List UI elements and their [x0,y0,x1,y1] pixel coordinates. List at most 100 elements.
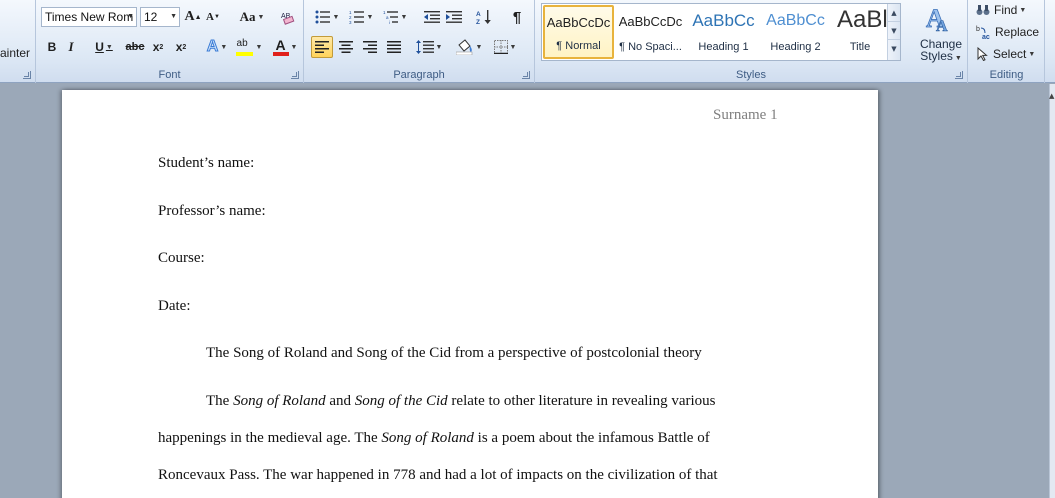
show-formatting-button[interactable]: ¶ [507,7,527,27]
highlight-icon: ab [235,38,254,56]
superscript-icon: x [175,40,183,54]
essay-title[interactable]: The Song of Roland and Song of the Cid f… [206,345,702,362]
paint-bucket-icon [455,39,472,55]
paragraph-dialog-launcher-icon[interactable] [522,71,530,79]
bullets-icon [315,10,330,24]
gallery-more-icon[interactable]: ▼ [888,40,900,58]
text-effects-button[interactable]: A ▼ [204,37,230,57]
sort-button[interactable]: A Z [474,7,494,27]
align-center-button[interactable] [336,37,356,57]
subscript-button[interactable]: x2 [149,37,167,57]
decrease-indent-button[interactable] [422,7,442,27]
paragraph-line-1[interactable]: The Song of Roland and Song of the Cid r… [206,393,715,410]
increase-indent-icon [446,11,462,23]
change-styles-button[interactable]: A A Change Styles ▼ [918,3,964,63]
bullets-button[interactable]: ▼ [312,7,342,27]
svg-text:ac: ac [982,34,990,40]
highlight-color-swatch [235,52,253,56]
style-title[interactable]: AaBl Title [832,5,888,59]
student-name-line[interactable]: Student’s name: [158,155,254,172]
date-line[interactable]: Date: [158,298,190,315]
text-run: happenings in the medieval age. The [158,430,382,446]
style-heading-2[interactable]: AaBbCc Heading 2 [760,5,831,59]
multilevel-list-button[interactable]: 1 a i ▼ [380,7,410,27]
increase-indent-button[interactable] [444,7,464,27]
text-run: and [325,393,355,409]
numbering-button[interactable]: 1 2 3 ▼ [346,7,376,27]
clipboard-launcher-icon[interactable] [23,71,31,79]
italic-title-run: Song of the Cid [354,393,448,409]
underline-button[interactable]: U ▼ [91,37,117,57]
font-name-value: Times New Rom [45,10,134,24]
style-no-spacing[interactable]: AaBbCcDc ¶ No Spaci... [615,5,686,59]
align-center-icon [339,41,353,53]
underline-icon: U [95,40,104,54]
clear-formatting-icon: AB [281,13,295,25]
style-normal[interactable]: AaBbCcDc ¶ Normal [543,5,614,59]
font-name-combo[interactable]: Times New Rom ▼ [41,7,137,27]
line-spacing-button[interactable]: ▼ [414,37,444,57]
change-styles-label-2: Styles [920,49,953,63]
font-size-combo[interactable]: 12 ▼ [140,7,180,27]
style-title-label: Title [849,41,871,53]
italic-button[interactable]: I [63,37,79,57]
chevron-down-icon: ▼ [170,13,177,20]
highlight-button[interactable]: ab ▼ [234,37,264,57]
borders-button[interactable]: ▼ [490,37,520,57]
paragraph-line-2[interactable]: happenings in the medieval age. The Song… [158,430,710,447]
justify-button[interactable] [384,37,404,57]
replace-button[interactable]: b ac Replace [975,22,1040,42]
text-run: is a poem about the infamous Battle of [473,430,710,446]
find-button[interactable]: Find ▼ [975,1,1027,19]
style-normal-preview: AaBbCcDc [546,15,611,30]
course-line[interactable]: Course: [158,250,205,267]
sort-icon: A Z [476,10,491,25]
align-right-icon [363,41,377,53]
text-run: The [206,393,234,409]
format-painter-button[interactable]: ainter [0,46,30,60]
font-dialog-launcher-icon[interactable] [291,71,299,79]
styles-group-label: Styles [736,69,766,81]
style-normal-label: ¶ Normal [556,40,601,52]
shrink-font-button[interactable]: A ▼ [204,7,222,27]
paragraph-group: ▼ 1 2 3 ▼ 1 a i ▼ A Z ¶ ▼ ▼ ▼ Paragraph [304,0,535,83]
change-styles-icon: A A [926,4,949,33]
bold-button[interactable]: B [44,37,60,57]
document-page[interactable]: Surname 1 Student’s name: Professor’s na… [62,90,878,498]
font-color-button[interactable]: A ▼ [270,37,300,57]
select-button[interactable]: Select ▼ [975,44,1036,64]
scroll-up-icon[interactable]: ▲ [1049,92,1055,104]
clear-formatting-button[interactable]: AB [278,7,298,27]
grow-font-button[interactable]: A ▲ [184,7,202,27]
subscript-icon: x [152,40,160,54]
borders-icon [493,40,508,54]
styles-dialog-launcher-icon[interactable] [955,71,963,79]
align-left-button[interactable] [311,36,333,58]
text-run: relate to other literature in revealing … [447,393,716,409]
svg-text:Z: Z [476,19,480,25]
font-group: Times New Rom ▼ 12 ▼ A▲ A▼ Aa▼ AB B I [36,0,304,83]
font-color-icon: A [272,37,289,56]
vertical-scrollbar[interactable] [1049,84,1055,498]
align-right-button[interactable] [360,37,380,57]
gallery-down-icon[interactable]: ▼ [888,22,900,40]
font-size-value: 12 [144,10,158,24]
justify-icon [387,41,401,53]
superscript-button[interactable]: x2 [172,37,190,57]
gallery-up-icon[interactable]: ▲ [888,4,900,22]
style-title-preview: AaBl [837,6,887,33]
styles-gallery-scroll: ▲ ▼ ▼ [887,4,900,60]
text-effects-icon: A [206,38,219,56]
find-label: Find [994,3,1018,17]
binoculars-icon [976,5,990,15]
change-case-button[interactable]: Aa ▼ [238,7,266,27]
paragraph-group-label: Paragraph [393,69,445,81]
strikethrough-button[interactable]: abc [124,37,146,57]
page-header-surname[interactable]: Surname 1 [713,107,778,124]
replace-label: Replace [995,25,1040,39]
style-heading-1[interactable]: AaBbCc Heading 1 [688,5,759,59]
professor-name-line[interactable]: Professor’s name: [158,203,266,220]
paragraph-line-3[interactable]: Roncevaux Pass. The war happened in 778 … [158,467,718,484]
shading-button[interactable]: ▼ [454,37,484,57]
multilevel-list-icon: 1 a i [383,10,398,24]
